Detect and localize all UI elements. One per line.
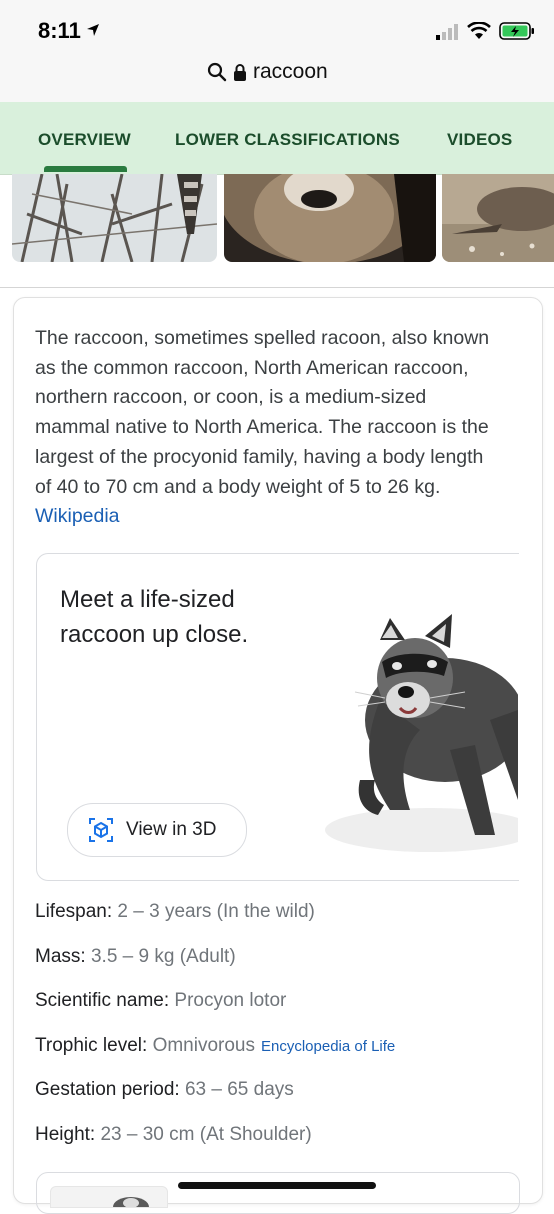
tab-overview[interactable]: OVERVIEW bbox=[38, 130, 131, 150]
tab-active-indicator bbox=[44, 166, 127, 172]
fact-label: Scientific name: bbox=[35, 990, 170, 1011]
cube-3d-icon bbox=[89, 818, 113, 842]
fact-label: Height: bbox=[35, 1124, 96, 1145]
search-icon bbox=[207, 62, 227, 82]
home-indicator[interactable] bbox=[178, 1182, 376, 1189]
battery-charging-icon bbox=[499, 22, 534, 40]
fact-scientific-name: Scientific name: Procyon lotor bbox=[35, 990, 286, 1012]
fact-value[interactable]: Omnivorous bbox=[153, 1035, 255, 1056]
view-in-3d-button[interactable]: View in 3D bbox=[67, 803, 247, 857]
fact-label: Gestation period: bbox=[35, 1079, 180, 1100]
fact-gestation-period: Gestation period: 63 – 65 days bbox=[35, 1079, 294, 1101]
fact-label: Mass: bbox=[35, 946, 86, 967]
fact-value[interactable]: 23 – 30 cm (At Shoulder) bbox=[100, 1124, 311, 1145]
status-bar: 8:11 bbox=[0, 0, 554, 50]
image-thumbnail[interactable] bbox=[442, 174, 554, 262]
lock-icon bbox=[234, 64, 246, 81]
fact-lifespan: Lifespan: 2 – 3 years (In the wild) bbox=[35, 901, 315, 923]
wifi-icon bbox=[467, 22, 491, 39]
image-thumbnail[interactable] bbox=[12, 174, 217, 262]
description: The raccoon, sometimes spelled racoon, a… bbox=[35, 324, 505, 532]
section-divider bbox=[0, 287, 554, 288]
fact-label: Trophic level: bbox=[35, 1035, 148, 1056]
ar-card-title: Meet a life-sized raccoon up close. bbox=[60, 586, 249, 648]
next-card-thumbnail bbox=[50, 1186, 168, 1208]
url-display[interactable]: raccoon bbox=[207, 60, 328, 84]
fact-value[interactable]: Procyon lotor bbox=[174, 990, 286, 1011]
raccoon-3d-image bbox=[325, 614, 518, 852]
tab-lower-classifications[interactable]: LOWER CLASSIFICATIONS bbox=[175, 130, 400, 150]
fact-mass: Mass: 3.5 – 9 kg (Adult) bbox=[35, 946, 236, 968]
view-in-3d-label: View in 3D bbox=[126, 819, 217, 840]
location-arrow-icon bbox=[87, 24, 99, 36]
encyclopedia-of-life-link[interactable]: Encyclopedia of Life bbox=[261, 1038, 395, 1055]
description-text: The raccoon, sometimes spelled racoon, a… bbox=[35, 327, 490, 498]
fact-value[interactable]: 63 – 65 days bbox=[185, 1079, 294, 1100]
wikipedia-link[interactable]: Wikipedia bbox=[35, 505, 120, 527]
cellular-signal-icon bbox=[436, 24, 458, 40]
fact-label: Lifespan: bbox=[35, 901, 113, 922]
fact-height: Height: 23 – 30 cm (At Shoulder) bbox=[35, 1124, 312, 1146]
tab-videos[interactable]: VIDEOS bbox=[447, 130, 512, 150]
fact-value[interactable]: 3.5 – 9 kg (Adult) bbox=[91, 946, 236, 967]
status-time: 8:11 bbox=[38, 18, 81, 43]
fact-trophic-level: Trophic level: Omnivorous Encyclopedia of… bbox=[35, 1035, 395, 1057]
url-query: raccoon bbox=[253, 60, 328, 83]
image-thumbnail[interactable] bbox=[224, 174, 436, 262]
fact-value[interactable]: 2 – 3 years (In the wild) bbox=[117, 901, 314, 922]
